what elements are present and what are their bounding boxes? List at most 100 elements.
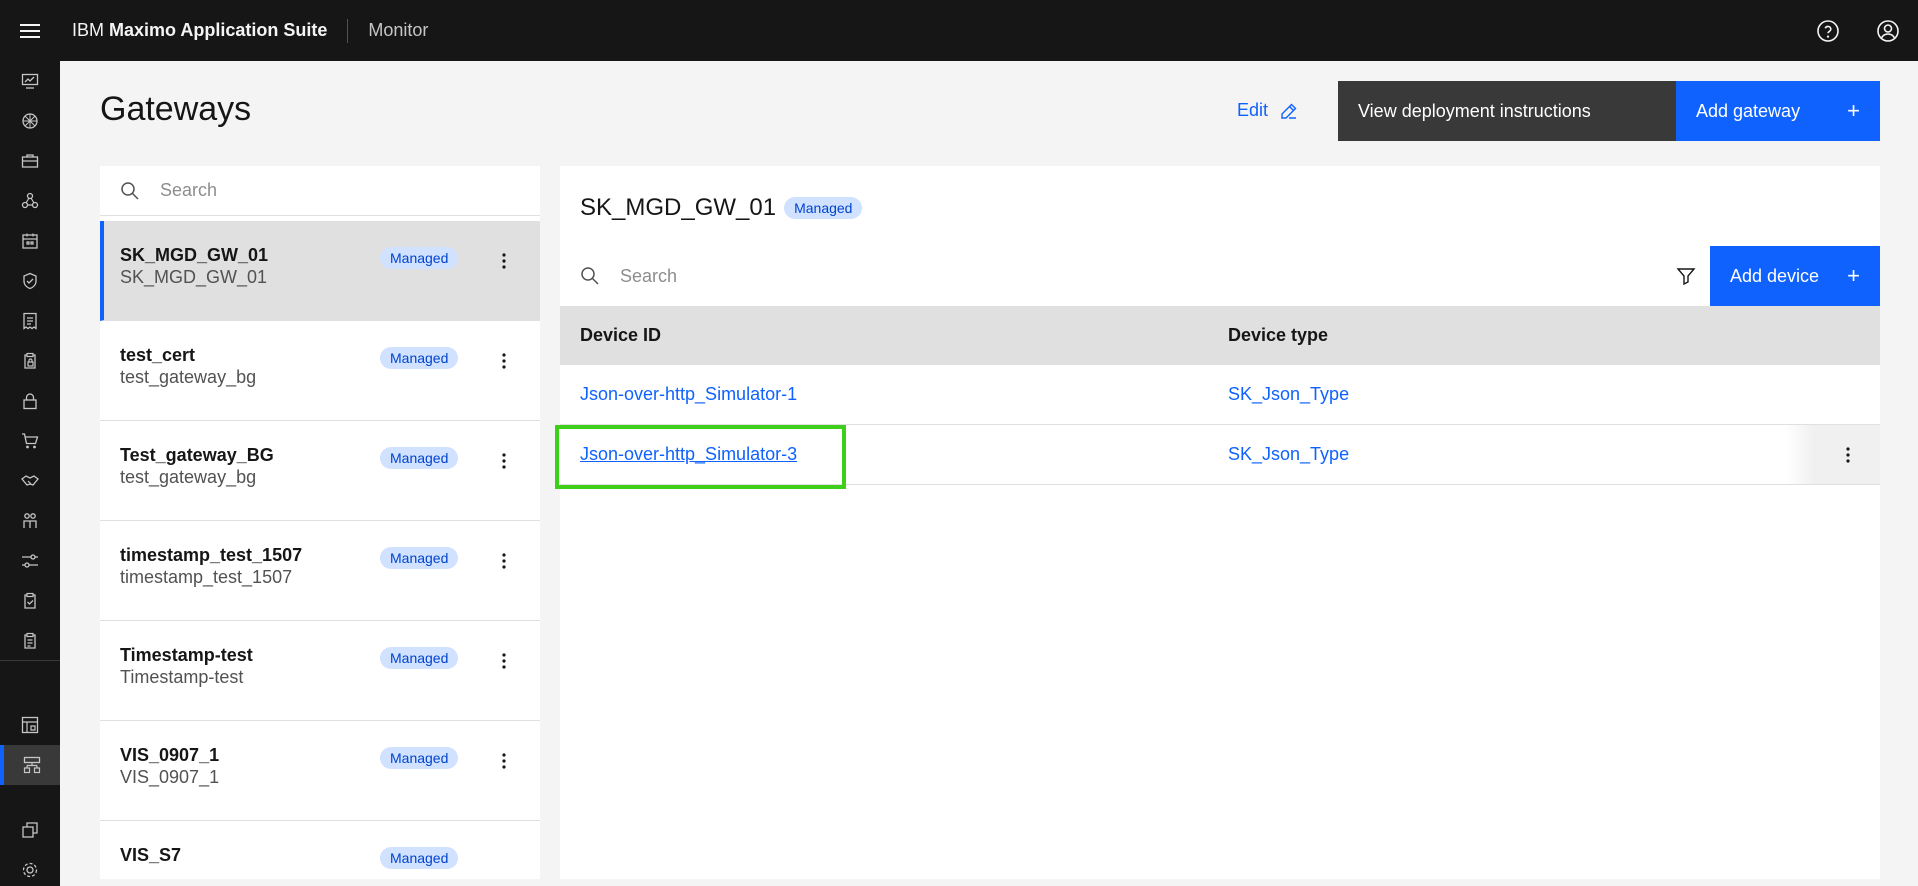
- table-row[interactable]: Json-over-http_Simulator-1 SK_Json_Type: [560, 365, 1880, 425]
- page-title: Gateways: [100, 90, 252, 128]
- collection-icon[interactable]: [0, 810, 60, 850]
- gateway-subtitle: Timestamp-test: [120, 667, 244, 687]
- device-id-link[interactable]: Json-over-http_Simulator-3: [580, 444, 797, 465]
- view-deployment-instructions-button[interactable]: View deployment instructions: [1338, 81, 1676, 141]
- gateway-name: timestamp_test_1507: [120, 545, 303, 565]
- dashboard-icon[interactable]: [0, 705, 60, 745]
- device-type-link[interactable]: SK_Json_Type: [1228, 444, 1349, 465]
- managed-tag: Managed: [784, 197, 863, 219]
- gateway-list-item[interactable]: Timestamp-test Timestamp-test Managed: [100, 621, 540, 721]
- devices-panel: SK_MGD_GW_01 Managed Add device + Device…: [560, 166, 1880, 879]
- overflow-menu-icon[interactable]: [494, 349, 514, 373]
- search-icon: [121, 181, 139, 200]
- gateway-list-item[interactable]: VIS_0907_1 VIS_0907_1 Managed: [100, 721, 540, 821]
- header-actions: [1798, 0, 1918, 61]
- nodes-icon[interactable]: [0, 181, 60, 221]
- plus-icon: +: [1847, 263, 1860, 288]
- receipt-icon[interactable]: [0, 301, 60, 341]
- filter-icon[interactable]: [1662, 246, 1710, 306]
- gateway-subtitle: timestamp_test_1507: [120, 567, 293, 587]
- devices-panel-title: SK_MGD_GW_01 Managed: [580, 194, 863, 222]
- overflow-menu-icon[interactable]: [494, 749, 514, 773]
- overflow-menu-icon[interactable]: [494, 249, 514, 273]
- gateway-search: [100, 166, 540, 216]
- brand-suite: Maximo Application Suite: [109, 20, 328, 40]
- overflow-menu-icon[interactable]: [494, 649, 514, 673]
- overflow-menu-icon[interactable]: [1786, 425, 1880, 484]
- cart-icon[interactable]: [0, 421, 60, 461]
- gateway-list-item[interactable]: Test_gateway_BG test_gateway_bg Managed: [100, 421, 540, 521]
- overflow-menu-icon[interactable]: [494, 449, 514, 473]
- gateway-subtitle: VIS_0907_1: [120, 767, 220, 787]
- rail-divider: [0, 660, 60, 661]
- add-gateway-button[interactable]: Add gateway +: [1676, 81, 1880, 141]
- lock-icon[interactable]: [0, 381, 60, 421]
- gateway-subtitle: test_gateway_bg: [120, 367, 257, 387]
- report-icon[interactable]: [0, 621, 60, 661]
- column-header-device-id[interactable]: Device ID: [580, 325, 661, 346]
- toolbox-icon[interactable]: [0, 141, 60, 181]
- gateway-name: Timestamp-test: [120, 645, 253, 665]
- managed-tag: Managed: [380, 247, 459, 269]
- device-id-link[interactable]: Json-over-http_Simulator-1: [580, 384, 797, 405]
- brand-name[interactable]: IBM Maximo Application Suite: [60, 20, 347, 41]
- column-header-device-type[interactable]: Device type: [1228, 325, 1328, 346]
- gateway-name: Test_gateway_BG: [120, 445, 274, 465]
- gateway-list-item[interactable]: SK_MGD_GW_01 SK_MGD_GW_01 Managed: [100, 221, 540, 321]
- gateway-list-item[interactable]: test_cert test_gateway_bg Managed: [100, 321, 540, 421]
- add-device-button[interactable]: Add device +: [1710, 246, 1880, 306]
- handshake-icon[interactable]: [0, 461, 60, 501]
- help-icon[interactable]: [1798, 0, 1858, 61]
- clipboard-lock-icon[interactable]: [0, 341, 60, 381]
- side-rail: [0, 61, 60, 886]
- gateway-list-item[interactable]: VIS_S7 Managed: [100, 821, 540, 879]
- managed-tag: Managed: [380, 347, 459, 369]
- search-icon: [581, 267, 599, 285]
- gateway-name: VIS_0907_1: [120, 745, 220, 765]
- selected-gateway-name: SK_MGD_GW_01: [580, 194, 777, 221]
- add-device-label: Add device: [1730, 265, 1820, 286]
- gateway-search-input[interactable]: [160, 180, 500, 201]
- edit-button[interactable]: Edit: [1237, 100, 1298, 121]
- device-search-input[interactable]: [620, 265, 1520, 287]
- add-gateway-label: Add gateway: [1696, 100, 1801, 121]
- shield-check-icon[interactable]: [0, 261, 60, 301]
- gateway-subtitle: test_gateway_bg: [120, 467, 257, 487]
- overflow-menu-icon[interactable]: [494, 549, 514, 573]
- checklist-icon[interactable]: [0, 581, 60, 621]
- managed-tag: Managed: [380, 447, 459, 469]
- pencil-icon: [1281, 103, 1297, 119]
- gateway-list: SK_MGD_GW_01 SK_MGD_GW_01 Managed test_c…: [100, 221, 540, 879]
- calendar-icon[interactable]: [0, 221, 60, 261]
- managed-tag: Managed: [380, 547, 459, 569]
- gateway-subtitle: SK_MGD_GW_01: [120, 267, 268, 287]
- edit-label: Edit: [1237, 100, 1269, 120]
- hamburger-icon[interactable]: [0, 0, 60, 61]
- brand-prefix: IBM: [72, 20, 105, 40]
- table-row[interactable]: Json-over-http_Simulator-3 SK_Json_Type: [560, 425, 1880, 485]
- app-name: Monitor: [368, 20, 429, 40]
- gateway-icon[interactable]: [0, 745, 60, 785]
- sliders-icon[interactable]: [0, 541, 60, 581]
- devices-table: Device ID Device type Json-over-http_Sim…: [560, 306, 1880, 485]
- managed-tag: Managed: [380, 647, 459, 669]
- device-search: [560, 246, 1662, 306]
- gateway-name: VIS_S7: [120, 845, 182, 865]
- gateway-name: test_cert: [120, 345, 196, 365]
- view-deployment-label: View deployment instructions: [1358, 100, 1591, 121]
- gateway-list-panel: SK_MGD_GW_01 SK_MGD_GW_01 Managed test_c…: [100, 166, 540, 879]
- device-type-link[interactable]: SK_Json_Type: [1228, 384, 1349, 405]
- top-header: IBM Maximo Application Suite Monitor: [0, 0, 1918, 61]
- people-icon[interactable]: [0, 501, 60, 541]
- devices-toolbar: Add device +: [560, 246, 1880, 306]
- table-header: Device ID Device type: [560, 306, 1880, 365]
- gateway-name: SK_MGD_GW_01: [120, 245, 269, 265]
- managed-tag: Managed: [380, 847, 459, 869]
- user-avatar-icon[interactable]: [1858, 0, 1918, 61]
- monitor-icon[interactable]: [0, 61, 60, 101]
- settings-icon[interactable]: [0, 850, 60, 886]
- network-icon[interactable]: [0, 101, 60, 141]
- managed-tag: Managed: [380, 747, 459, 769]
- plus-icon: +: [1847, 98, 1860, 123]
- gateway-list-item[interactable]: timestamp_test_1507 timestamp_test_1507 …: [100, 521, 540, 621]
